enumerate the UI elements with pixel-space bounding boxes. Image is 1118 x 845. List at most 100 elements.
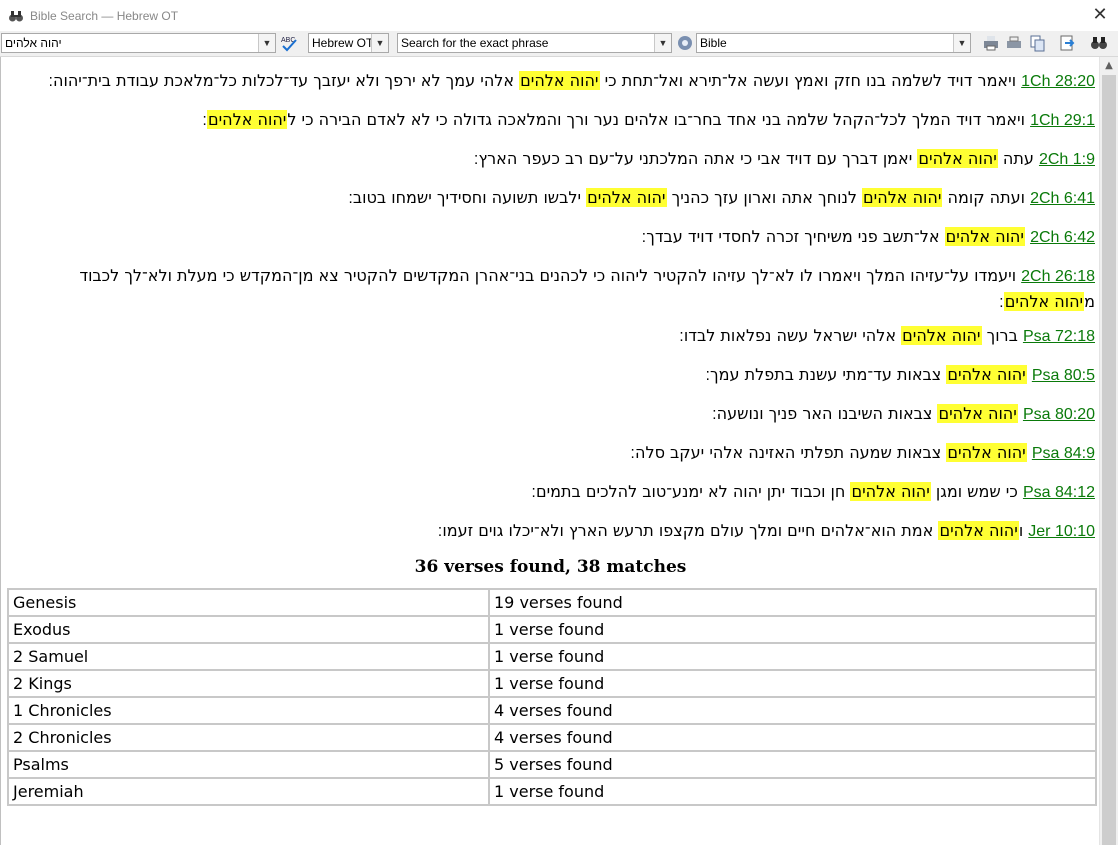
book-name-cell: 1 Chronicles <box>7 696 490 725</box>
verse-reference-link[interactable]: Psa 84:9 <box>1032 441 1095 466</box>
match-highlight: יהוה אלהים <box>519 71 600 90</box>
gear-icon[interactable] <box>676 34 694 52</box>
verse-row: Psa 72:18 ברוך יהוה אלהים אלהי ישראל עשה… <box>679 323 1095 349</box>
toolbar: יהוה אלהים ▼ ABC Hebrew OT ▼ Search for … <box>0 31 1118 57</box>
verse-text: יאמן דברך עם דויד אבי כי אתה המלכתני על־… <box>473 149 918 168</box>
book-name-cell: 2 Samuel <box>7 642 490 671</box>
scrollbar-thumb[interactable] <box>1102 75 1116 845</box>
verse-text: צבאות השיבנו האר פניך ונושעה׃ <box>711 404 938 423</box>
book-name-cell: 2 Chronicles <box>7 723 490 752</box>
verse-reference-link[interactable]: 2Ch 1:9 <box>1039 147 1095 172</box>
verse-text: לנוחך אתה וארון עזך כהניך <box>666 188 863 207</box>
verse-reference-link[interactable]: Psa 80:5 <box>1032 363 1095 388</box>
book-name-cell: 2 Kings <box>7 669 490 698</box>
verse-text: צבאות עד־מתי עשנת בתפלת עמך׃ <box>705 365 947 384</box>
scroll-up-icon[interactable]: ▲ <box>1100 57 1118 74</box>
verse-row: Jer 10:10 ויהוה אלהים אמת הוא־אלהים חיים… <box>438 518 1095 544</box>
verse-count-cell: 1 verse found <box>488 642 1097 671</box>
match-highlight: יהוה אלהים <box>862 188 943 207</box>
match-highlight: יהוה אלהים <box>946 365 1027 384</box>
book-name-cell: Psalms <box>7 750 490 779</box>
verse-row: Psa 84:12 כי שמש ומגן יהוה אלהים חן וכבו… <box>531 479 1095 505</box>
print-preview-icon[interactable] <box>1005 34 1023 52</box>
book-name-cell: Jeremiah <box>7 777 490 806</box>
verse-row: Psa 84:9 יהוה אלהים צבאות שמעה תפלתי האז… <box>630 440 1095 466</box>
export-icon[interactable] <box>1058 34 1076 52</box>
verse-text: כי שמש ומגן <box>930 482 1018 501</box>
spellcheck-icon[interactable]: ABC <box>280 34 298 52</box>
verse-reference-link[interactable]: 1Ch 28:20 <box>1021 69 1095 94</box>
verse-text: עתה <box>997 149 1034 168</box>
match-highlight: יהוה אלהים <box>937 404 1018 423</box>
verse-text: חן וכבוד יתן יהוה לא ימנע־טוב להלכים בתמ… <box>531 482 851 501</box>
verse-reference-link[interactable]: Jer 10:10 <box>1028 519 1095 544</box>
table-row: 2 Samuel 1 verse found <box>7 642 1097 671</box>
verse-reference-link[interactable]: Psa 72:18 <box>1023 324 1095 349</box>
verse-text: אלהי עמך לא ירפך ולא יעזבך עד־לכלות כל־מ… <box>48 71 520 90</box>
search-text-combo[interactable]: יהוה אלהים ▼ <box>1 33 276 53</box>
match-highlight: יהוה אלהים <box>946 443 1027 462</box>
window-title: Bible Search — Hebrew OT <box>30 8 179 23</box>
verse-row: 1Ch 28:20 ויאמר דויד לשלמה בנו חזק ואמץ … <box>48 68 1095 94</box>
match-highlight: יהוה אלהים <box>850 482 931 501</box>
results-summary: 36 verses found, 38 matches <box>414 557 687 577</box>
chevron-down-icon[interactable]: ▼ <box>953 34 970 52</box>
verse-count-cell: 5 verses found <box>488 750 1097 779</box>
verse-text: אל־תשב פני משיחיך זכרה לחסדי דויד עבדך׃ <box>641 227 945 246</box>
match-highlight: יהוה אלהים <box>1003 292 1085 311</box>
chevron-down-icon[interactable]: ▼ <box>654 34 671 52</box>
verse-text: צבאות שמעה תפלתי האזינה אלהי יעקב סלה׃ <box>630 443 947 462</box>
match-highlight: יהוה אלהים <box>944 227 1025 246</box>
verse-reference-link[interactable]: 2Ch 6:41 <box>1030 186 1095 211</box>
scope-select[interactable]: Bible ▼ <box>696 33 971 53</box>
match-highlight: יהוה אלהים <box>938 521 1019 540</box>
verse-row: 2Ch 6:41 ועתה קומה יהוה אלהים לנוחך אתה … <box>348 185 1095 211</box>
verse-reference-link[interactable]: 2Ch 6:42 <box>1030 225 1095 250</box>
verse-count-cell: 1 verse found <box>488 777 1097 806</box>
search-mode-select[interactable]: Search for the exact phrase ▼ <box>397 33 672 53</box>
results-pane[interactable]: 1Ch 28:20 ויאמר דויד לשלמה בנו חזק ואמץ … <box>0 57 1099 845</box>
verse-count-cell: 4 verses found <box>488 723 1097 752</box>
verse-reference-link[interactable]: Psa 80:20 <box>1023 402 1095 427</box>
chevron-down-icon[interactable]: ▼ <box>258 34 275 52</box>
verse-row: 2Ch 26:18 ויעמדו על־עזיהו המלך ויאמרו לו… <box>35 263 1095 314</box>
table-row: Jeremiah 1 verse found <box>7 777 1097 806</box>
table-row: 2 Kings 1 verse found <box>7 669 1097 698</box>
title-bar: Bible Search — Hebrew OT ✕ <box>0 0 1118 31</box>
search-mode-value: Search for the exact phrase <box>401 36 549 50</box>
verse-text: ו <box>1018 521 1024 540</box>
verse-text: ילבשו תשועה וחסידיך ישמחו בטוב׃ <box>348 188 587 207</box>
version-value: Hebrew OT <box>312 36 374 50</box>
match-highlight: יהוה אלהים <box>586 188 667 207</box>
verse-text: ועתה קומה <box>942 188 1025 207</box>
print-icon[interactable] <box>982 34 1000 52</box>
chevron-down-icon[interactable]: ▼ <box>371 34 388 52</box>
verse-text: ברוך <box>981 326 1018 345</box>
verse-reference-link[interactable]: 1Ch 29:1 <box>1030 108 1095 133</box>
verse-count-cell: 1 verse found <box>488 615 1097 644</box>
table-row: Psalms 5 verses found <box>7 750 1097 779</box>
vertical-scrollbar[interactable]: ▲ <box>1099 57 1118 845</box>
table-row: 2 Chronicles 4 verses found <box>7 723 1097 752</box>
verse-text: ויאמר דויד המלך לכל־הקהל שלמה בני אחד בח… <box>287 110 1025 129</box>
match-highlight: יהוה אלהים <box>917 149 998 168</box>
verse-text: אלהי ישראל עשה נפלאות לבדו׃ <box>679 326 902 345</box>
version-select[interactable]: Hebrew OT ▼ <box>308 33 389 53</box>
verse-reference-link[interactable]: Psa 84:12 <box>1023 480 1095 505</box>
match-highlight: יהוה אלהים <box>206 110 288 129</box>
verse-text: אמת הוא־אלהים חיים ומלך עולם מקצפו תרעש … <box>437 521 939 540</box>
match-highlight: יהוה אלהים <box>901 326 982 345</box>
verse-row: Psa 80:20 יהוה אלהים צבאות השיבנו האר פנ… <box>712 401 1095 427</box>
table-row: Genesis 19 verses found <box>7 588 1097 617</box>
verse-row: 2Ch 6:42 יהוה אלהים אל־תשב פני משיחיך זכ… <box>641 224 1095 250</box>
search-text-value: יהוה אלהים <box>5 36 62 50</box>
table-row: 1 Chronicles 4 verses found <box>7 696 1097 725</box>
verse-row: 2Ch 1:9 עתה יהוה אלהים יאמן דברך עם דויד… <box>474 146 1095 172</box>
verse-reference-link[interactable]: 2Ch 26:18 <box>1021 264 1095 289</box>
copy-icon[interactable] <box>1028 34 1046 52</box>
binoculars-icon <box>9 10 23 21</box>
find-icon[interactable] <box>1090 34 1108 52</box>
book-counts-table: Genesis 19 verses found Exodus 1 verse foun… <box>7 588 1097 806</box>
close-icon[interactable]: ✕ <box>1090 5 1110 25</box>
verse-count-cell: 19 verses found <box>488 588 1097 617</box>
